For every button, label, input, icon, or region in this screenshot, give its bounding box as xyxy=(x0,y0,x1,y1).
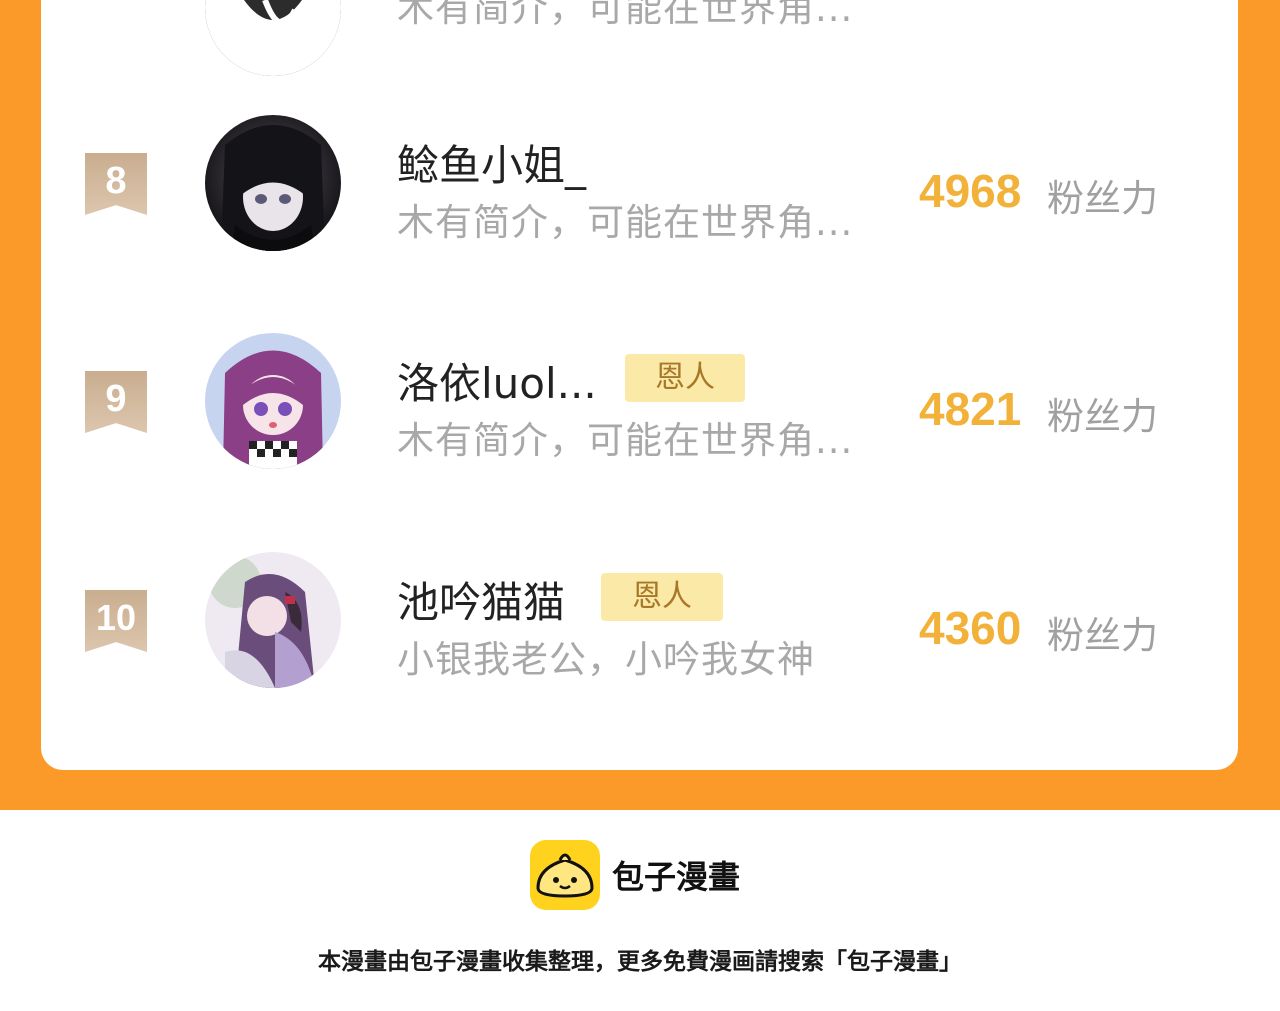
fans-label: 粉丝力 xyxy=(1047,177,1158,220)
footer-note: 本漫畫由包子漫畫收集整理，更多免費漫画請搜索「包子漫畫」 xyxy=(318,949,962,975)
avatar-purple-hair-girl-icon[interactable] xyxy=(205,333,341,469)
fans-count: 4968 xyxy=(919,165,1022,217)
avatar-dark-hair-girl-icon[interactable] xyxy=(205,115,341,251)
ranking-card: 木有简介，可能在世界角... 8 鲶鱼小姐_ 木有简介，可能在世界角... 49… xyxy=(41,0,1238,770)
benefactor-tag: 恩人 xyxy=(625,354,745,402)
baozi-logo-icon xyxy=(530,840,600,910)
footer-brand: 包子漫畫 xyxy=(612,858,741,896)
ranking-row-10[interactable]: 10 池吟猫猫 恩人 小银我老公，小吟我女神 4360 粉丝力 xyxy=(41,547,1238,697)
ranking-row-9[interactable]: 9 洛依luol... 恩人 木有简介，可能在世界角... 4821 粉丝力 xyxy=(41,328,1238,478)
fans-count: 4360 xyxy=(919,602,1022,654)
user-name[interactable]: 鲶鱼小姐_ xyxy=(397,132,586,193)
user-bio: 木有简介，可能在世界角... xyxy=(397,201,854,244)
rank-badge: 9 xyxy=(85,371,147,433)
avatar-partial-icon xyxy=(205,0,341,76)
user-bio: 小银我老公，小吟我女神 xyxy=(397,638,815,681)
avatar-partial[interactable] xyxy=(205,0,341,76)
avatar-couple-illustration-icon[interactable] xyxy=(205,552,341,688)
benefactor-tag: 恩人 xyxy=(601,573,723,621)
rank-badge: 10 xyxy=(85,590,147,652)
user-name[interactable]: 池吟猫猫 xyxy=(397,569,565,630)
user-bio: 木有简介，可能在世界角... xyxy=(397,419,854,462)
bio-partial: 木有简介，可能在世界角... xyxy=(397,0,854,30)
fans-count: 4821 xyxy=(919,383,1022,435)
rank-badge: 8 xyxy=(85,153,147,215)
fans-label: 粉丝力 xyxy=(1047,614,1158,657)
user-name[interactable]: 洛依luol... xyxy=(397,350,597,411)
fans-label: 粉丝力 xyxy=(1047,395,1158,438)
ranking-row-partial[interactable]: 木有简介，可能在世界角... xyxy=(41,0,1238,76)
ranking-row-8[interactable]: 8 鲶鱼小姐_ 木有简介，可能在世界角... 4968 粉丝力 xyxy=(41,110,1238,260)
